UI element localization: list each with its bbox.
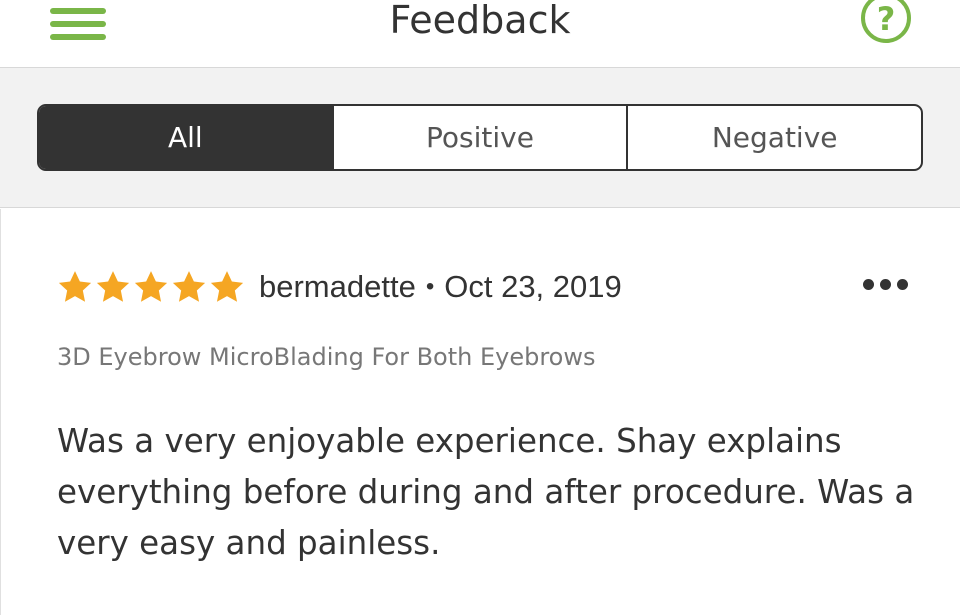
review-author: bermadette	[259, 269, 416, 304]
star-icon	[210, 271, 244, 302]
star-icon	[172, 271, 206, 302]
review-card: bermadette • Oct 23, 2019 3D Eyebrow Mic…	[0, 209, 960, 615]
feedback-filter-segmented-control: All Positive Negative	[37, 104, 923, 171]
star-rating	[57, 270, 245, 304]
star-icon	[134, 271, 168, 302]
tab-positive[interactable]: Positive	[331, 106, 627, 169]
review-date: Oct 23, 2019	[444, 269, 622, 304]
more-options-icon[interactable]	[863, 279, 911, 295]
app-header: Feedback ?	[0, 0, 960, 68]
star-icon	[96, 271, 130, 302]
separator-dot: •	[425, 273, 435, 300]
help-icon[interactable]: ?	[858, 0, 914, 46]
tab-all[interactable]: All	[39, 106, 332, 169]
page-title: Feedback	[389, 0, 571, 42]
review-service: 3D Eyebrow MicroBlading For Both Eyebrow…	[57, 343, 596, 371]
star-icon	[58, 271, 92, 302]
svg-text:?: ?	[877, 0, 896, 38]
filter-bar: All Positive Negative	[0, 68, 960, 208]
review-meta: bermadette • Oct 23, 2019	[57, 267, 622, 307]
tab-negative[interactable]: Negative	[626, 106, 921, 169]
review-comment: Was a very enjoyable experience. Shay ex…	[57, 422, 915, 562]
